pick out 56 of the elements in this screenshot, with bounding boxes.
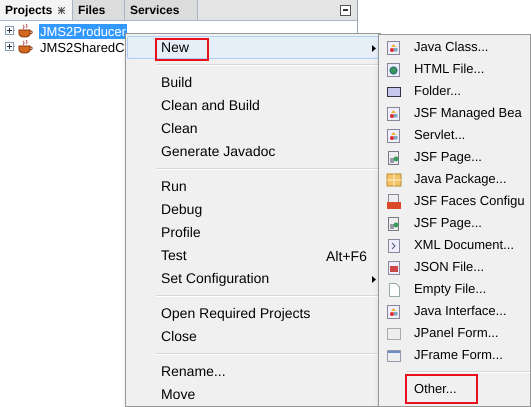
menu-item[interactable]: New — [127, 36, 379, 59]
menu-item[interactable]: Build — [127, 71, 379, 94]
document-icon — [386, 238, 402, 254]
project-node[interactable]: JMS2SharedC — [39, 40, 126, 54]
page-file-icon — [386, 150, 402, 166]
menu-item[interactable]: Java Package... — [379, 168, 530, 190]
web-file-icon — [386, 62, 402, 78]
panel-icon — [386, 326, 402, 342]
menu-item[interactable]: JSF Managed Bea — [379, 102, 530, 124]
expand-icon[interactable] — [5, 26, 16, 36]
menu-item[interactable]: Folder... — [379, 80, 530, 102]
panel-tab[interactable]: Projects — [0, 0, 73, 20]
close-icon[interactable] — [58, 6, 66, 14]
menu-item[interactable]: Empty File... — [379, 278, 530, 300]
menu-item[interactable]: Rename... — [127, 360, 379, 383]
page-file-icon — [386, 216, 402, 232]
menu-item[interactable]: Run — [127, 175, 379, 198]
menu-item[interactable]: Java Interface... — [379, 300, 530, 322]
menu-item[interactable]: Clean — [127, 117, 379, 140]
panel-tab[interactable]: Files — [73, 0, 125, 20]
menu-item[interactable]: Close — [127, 325, 379, 348]
coffee-cup-icon — [18, 40, 34, 54]
minimize-icon[interactable] — [340, 4, 351, 16]
menu-item[interactable]: Java Class... — [379, 36, 530, 58]
shortcut-label: Alt+F6 — [326, 248, 367, 264]
menu-item[interactable]: JPanel Form... — [379, 322, 530, 344]
class-file-icon — [386, 304, 402, 320]
menu-item[interactable]: Open Required Projects — [127, 302, 379, 325]
menu-item[interactable]: JSON File... — [379, 256, 530, 278]
window-icon — [386, 348, 402, 364]
script-file-icon — [386, 260, 402, 276]
panel-tab[interactable]: Services — [125, 0, 198, 20]
folder-icon — [386, 84, 402, 100]
menu-item[interactable]: JSF Faces Configu — [379, 190, 530, 212]
blank-file-icon — [386, 282, 402, 298]
menu-item[interactable]: Servlet... — [379, 124, 530, 146]
menu-item[interactable]: JSF Page... — [379, 146, 530, 168]
menu-item[interactable]: Debug — [127, 198, 379, 221]
menu-item[interactable]: Move — [127, 383, 379, 406]
menu-item[interactable]: Set Configuration — [127, 267, 379, 290]
class-file-icon — [386, 128, 402, 144]
menu-item[interactable]: XML Document... — [379, 234, 530, 256]
package-icon — [386, 172, 402, 188]
menu-item[interactable]: Test Alt+F6 — [127, 244, 379, 267]
menu-item[interactable]: Profile — [127, 221, 379, 244]
expand-icon[interactable] — [5, 42, 16, 52]
menu-item[interactable]: HTML File... — [379, 58, 530, 80]
menu-item[interactable]: Clean and Build — [127, 94, 379, 117]
menu-item[interactable]: Other... — [379, 378, 530, 400]
menu-item[interactable]: Generate Javadoc — [127, 140, 379, 163]
class-file-icon — [386, 40, 402, 56]
coffee-cup-icon — [18, 24, 34, 38]
menu-item[interactable]: JSF Page... — [379, 212, 530, 234]
faces-config-icon — [386, 194, 402, 210]
menu-item[interactable]: JFrame Form... — [379, 344, 530, 366]
class-file-icon — [386, 106, 402, 122]
